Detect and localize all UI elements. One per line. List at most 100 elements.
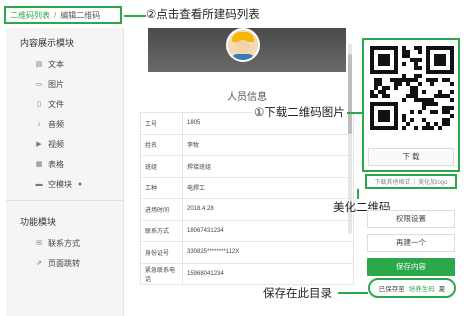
qr-module: [446, 110, 450, 114]
qr-module: [446, 78, 450, 82]
annotation-step2: ②点击查看所建码列表: [146, 7, 260, 21]
qr-module: [446, 94, 450, 98]
qr-module: [446, 118, 450, 122]
sidebar-item-file[interactable]: ▯ 文件: [6, 94, 123, 114]
sidebar-item-text[interactable]: ▤ 文本: [6, 54, 123, 74]
qr-module: [410, 90, 414, 94]
qr-module: [374, 46, 378, 50]
qr-module: [422, 118, 426, 122]
qr-module: [394, 62, 398, 66]
qr-module: [378, 70, 382, 74]
qr-module: [370, 94, 374, 98]
qr-module: [442, 46, 446, 50]
create-another-button[interactable]: 再建一个: [367, 234, 455, 252]
qr-module: [382, 114, 386, 118]
sidebar-divider: [6, 200, 123, 201]
qr-module: [378, 102, 382, 106]
qr-module: [402, 118, 406, 122]
qr-module: [422, 102, 426, 106]
qr-module: [378, 54, 382, 58]
qr-module: [378, 118, 382, 122]
download-other-formats-link[interactable]: 下载其他格式: [375, 177, 411, 186]
row-value: 焊接班组: [182, 155, 354, 178]
sidebar-item-contact[interactable]: ✉ 联系方式: [6, 233, 123, 253]
qr-module: [410, 78, 414, 82]
qr-module: [414, 62, 418, 66]
sidebar-item-page-jump[interactable]: ⇗ 页面跳转: [6, 253, 123, 273]
sidebar-item-empty-block[interactable]: ▬ 空模块 ●: [6, 174, 123, 194]
qr-module: [426, 70, 430, 74]
qr-module: [386, 54, 390, 58]
qr-module: [450, 50, 454, 54]
row-value: 电焊工: [182, 176, 354, 199]
scrollbar-thumb[interactable]: [348, 54, 352, 134]
qr-module: [422, 126, 426, 130]
annotation-step1: ①下载二维码图片: [252, 104, 347, 120]
qr-module: [382, 94, 386, 98]
sidebar-item-image[interactable]: ▭ 图片: [6, 74, 123, 94]
qr-module: [430, 82, 434, 86]
qr-module: [394, 106, 398, 110]
qr-module: [418, 66, 422, 70]
sidebar-item-table[interactable]: ▦ 表格: [6, 154, 123, 174]
qr-module: [378, 78, 382, 82]
sidebar-group-content: 内容展示模块: [20, 38, 75, 48]
download-button[interactable]: 下 载: [368, 148, 454, 166]
qr-module: [374, 126, 378, 130]
qr-module: [422, 106, 426, 110]
help-icon: ●: [77, 180, 83, 188]
qr-module: [386, 86, 390, 90]
saved-folder-link[interactable]: 培养生码: [409, 283, 435, 293]
qr-module: [370, 102, 374, 106]
qr-module: [414, 94, 418, 98]
sidebar-item-label: 文本: [48, 59, 64, 69]
qr-module: [426, 62, 430, 66]
qr-module: [414, 66, 418, 70]
qr-module: [434, 58, 438, 62]
saved-status-label: 已保存至: [378, 286, 405, 293]
qr-module: [370, 106, 374, 110]
qr-module: [426, 66, 430, 70]
qr-module: [370, 110, 374, 114]
row-key: 身份证号: [140, 241, 183, 264]
qr-extra-links: 下载其他格式 | 美化加logo: [365, 174, 457, 189]
add-logo-link[interactable]: 美化加logo: [418, 177, 447, 186]
qr-module: [402, 74, 406, 78]
sidebar-item-label: 音频: [48, 119, 64, 129]
sidebar-item-video[interactable]: ▶ 视频: [6, 134, 123, 154]
breadcrumb-qr-list-link[interactable]: 二维码列表: [10, 10, 50, 21]
qr-module: [394, 122, 398, 126]
contact-icon: ✉: [36, 240, 42, 247]
qr-module: [410, 94, 414, 98]
text-icon: ▤: [35, 61, 43, 68]
qr-module: [394, 46, 398, 50]
info-table: 工号 1805 姓名 李牧 班组 焊接班组 工种 电焊工 进场时间 2018.4.28 联…: [140, 112, 354, 285]
qr-module: [382, 126, 386, 130]
qr-module: [370, 122, 374, 126]
qr-module: [394, 70, 398, 74]
qr-module: [370, 54, 374, 58]
save-content-button[interactable]: 保存内容: [367, 258, 455, 276]
qr-module: [426, 50, 430, 54]
row-key: 进场时间: [140, 198, 183, 221]
qr-code-image[interactable]: [370, 46, 454, 130]
qr-module: [450, 106, 454, 110]
qr-module: [442, 110, 446, 114]
qr-module: [438, 54, 442, 58]
table-row: 联系方式 18067431234: [140, 219, 354, 242]
qr-module: [450, 54, 454, 58]
qr-module: [438, 62, 442, 66]
qr-module: [442, 118, 446, 122]
qr-module: [438, 90, 442, 94]
qr-module: [370, 58, 374, 62]
qr-module: [382, 58, 386, 62]
qr-module: [418, 110, 422, 114]
qr-module: [394, 78, 398, 82]
permission-settings-button[interactable]: 权限设置: [367, 210, 455, 228]
qr-module: [406, 50, 410, 54]
qr-module: [402, 114, 406, 118]
qr-module: [374, 86, 378, 90]
qr-module: [378, 90, 382, 94]
sidebar-item-audio[interactable]: ♪ 音频: [6, 114, 123, 134]
qr-module: [414, 58, 418, 62]
